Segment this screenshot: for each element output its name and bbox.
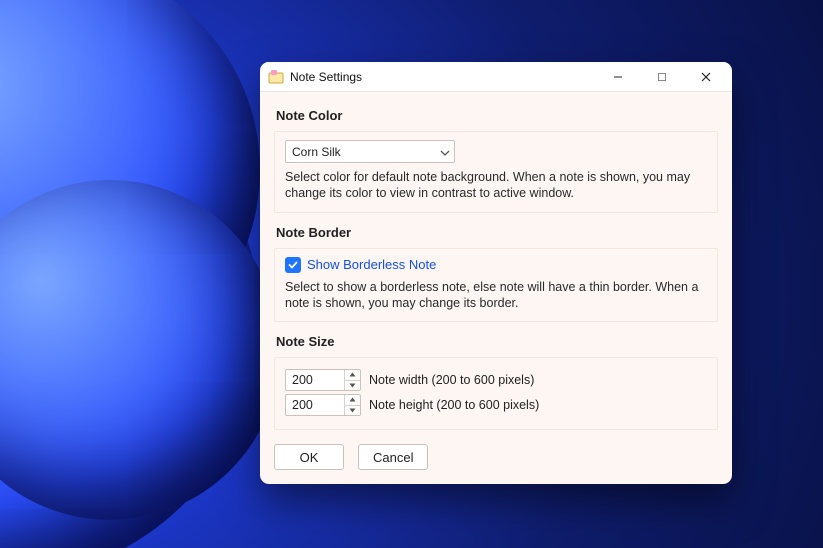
- note-height-spinner[interactable]: 200: [285, 394, 361, 416]
- app-icon: [268, 69, 284, 85]
- note-color-section: Note Color Corn Silk Select color for de…: [274, 108, 718, 213]
- note-height-row: 200 Note height (200 to 600 pixels): [285, 394, 707, 416]
- borderless-checkbox-row[interactable]: Show Borderless Note: [285, 257, 707, 273]
- chevron-down-icon: [440, 145, 450, 159]
- maximize-button[interactable]: [640, 62, 684, 92]
- note-color-value: Corn Silk: [292, 145, 440, 159]
- note-width-label: Note width (200 to 600 pixels): [369, 373, 534, 387]
- note-height-label: Note height (200 to 600 pixels): [369, 398, 539, 412]
- cancel-button[interactable]: Cancel: [358, 444, 428, 470]
- window-title: Note Settings: [290, 70, 596, 84]
- note-border-section: Note Border Show Borderless Note Select …: [274, 225, 718, 323]
- width-decrement-button[interactable]: [345, 380, 360, 391]
- dialog-body: Note Color Corn Silk Select color for de…: [260, 92, 732, 484]
- width-increment-button[interactable]: [345, 370, 360, 380]
- note-border-help: Select to show a borderless note, else n…: [285, 279, 707, 312]
- height-increment-button[interactable]: [345, 395, 360, 405]
- titlebar[interactable]: Note Settings: [260, 62, 732, 92]
- note-border-title: Note Border: [276, 225, 718, 240]
- borderless-checkbox-label: Show Borderless Note: [307, 257, 436, 272]
- spinner-buttons: [344, 370, 360, 390]
- note-height-value: 200: [286, 395, 344, 415]
- height-decrement-button[interactable]: [345, 405, 360, 416]
- note-settings-window: Note Settings Note Color Corn Silk Selec…: [260, 62, 732, 484]
- ok-button[interactable]: OK: [274, 444, 344, 470]
- note-size-title: Note Size: [276, 334, 718, 349]
- note-size-panel: 200 Note width (200 to 600 pixels) 200: [274, 357, 718, 430]
- dialog-buttons: OK Cancel: [274, 444, 718, 470]
- checkbox-checked-icon: [285, 257, 301, 273]
- note-width-spinner[interactable]: 200: [285, 369, 361, 391]
- note-border-panel: Show Borderless Note Select to show a bo…: [274, 248, 718, 323]
- note-color-panel: Corn Silk Select color for default note …: [274, 131, 718, 213]
- note-color-title: Note Color: [276, 108, 718, 123]
- note-color-help: Select color for default note background…: [285, 169, 707, 202]
- note-width-value: 200: [286, 370, 344, 390]
- close-button[interactable]: [684, 62, 728, 92]
- spinner-buttons: [344, 395, 360, 415]
- note-size-section: Note Size 200 Note width (200 to 600 pix…: [274, 334, 718, 430]
- minimize-button[interactable]: [596, 62, 640, 92]
- note-color-dropdown[interactable]: Corn Silk: [285, 140, 455, 163]
- note-width-row: 200 Note width (200 to 600 pixels): [285, 369, 707, 391]
